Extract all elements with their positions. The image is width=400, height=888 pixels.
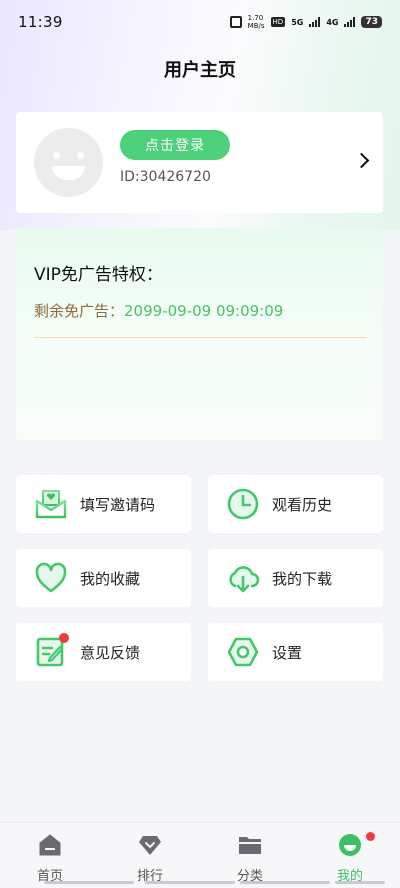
settings-hex-icon (227, 637, 259, 667)
avatar-mouth (52, 166, 85, 180)
feedback-button[interactable]: 意见反馈 (16, 623, 191, 681)
downloads-label: 我的下载 (272, 570, 333, 588)
feedback-label: 意见反馈 (80, 644, 141, 662)
gesture-indicator (240, 881, 330, 884)
status-icons: 1.70 MB/s HD 5G 4G 73 (229, 14, 382, 30)
home-icon (39, 834, 61, 856)
chevron-right-icon[interactable] (353, 152, 370, 169)
favorites-button[interactable]: 我的收藏 (16, 549, 191, 607)
user-id: ID:30426720 (120, 169, 211, 185)
folder-icon (239, 837, 261, 854)
smiley-icon (339, 834, 361, 856)
profile-card[interactable]: 点击登录 ID:30426720 (16, 112, 383, 213)
bottom-tab-bar: 首页 排行 分类 我的 (0, 822, 400, 888)
net-speed-unit: MB/s (247, 22, 265, 30)
status-bar: 11:39 1.70 MB/s HD 5G 4G 73 (0, 0, 400, 44)
battery-icon: 73 (361, 16, 382, 28)
envelope-heart-icon (35, 490, 67, 519)
settings-label: 设置 (272, 644, 303, 662)
vip-remaining-label: 剩余免广告： (34, 302, 125, 320)
signal-icon (309, 17, 321, 27)
vip-remaining-row: 剩余免广告：2099-09-09 09:09:09 (34, 300, 283, 321)
tab-mine[interactable]: 我的 (300, 823, 400, 888)
net-speed-value: 1.70 (247, 14, 264, 22)
history-label: 观看历史 (272, 496, 333, 514)
avatar-eye-right (77, 152, 84, 159)
notification-dot (366, 832, 375, 841)
hd-badge: HD (270, 17, 286, 27)
settings-button[interactable]: 设置 (208, 623, 383, 681)
invite-code-label: 填写邀请码 (80, 496, 156, 514)
favorites-label: 我的收藏 (80, 570, 141, 588)
tab-home[interactable]: 首页 (0, 823, 100, 888)
network-speed: 1.70 MB/s (248, 14, 265, 30)
tab-category[interactable]: 分类 (200, 823, 300, 888)
downloads-button[interactable]: 我的下载 (208, 549, 383, 607)
notification-dot (59, 633, 69, 643)
avatar-eye-left (53, 152, 60, 159)
invite-code-button[interactable]: 填写邀请码 (16, 475, 191, 533)
history-button[interactable]: 观看历史 (208, 475, 383, 533)
vip-remaining-date: 2099-09-09 09:09:09 (124, 302, 284, 320)
gesture-indicator (145, 881, 235, 884)
cloud-download-icon (229, 566, 260, 593)
heart-icon (35, 562, 67, 593)
divider (34, 337, 367, 338)
vibrate-icon (229, 16, 242, 28)
network-4g-label: 4G (326, 17, 339, 27)
status-time: 11:39 (18, 13, 63, 31)
vip-title: VIP免广告特权： (34, 265, 163, 285)
gesture-indicator (335, 881, 385, 884)
network-5g-label: 5G (291, 17, 304, 27)
clock-icon (227, 488, 259, 520)
vip-card: VIP免广告特权： 剩余免广告：2099-09-09 09:09:09 (16, 228, 383, 440)
gesture-indicator (44, 881, 134, 884)
diamond-icon (139, 836, 161, 855)
tab-ranking[interactable]: 排行 (100, 823, 200, 888)
page-title: 用户主页 (164, 60, 236, 81)
signal-icon-2 (344, 17, 356, 27)
login-button[interactable]: 点击登录 (120, 130, 230, 160)
avatar[interactable] (34, 128, 103, 197)
